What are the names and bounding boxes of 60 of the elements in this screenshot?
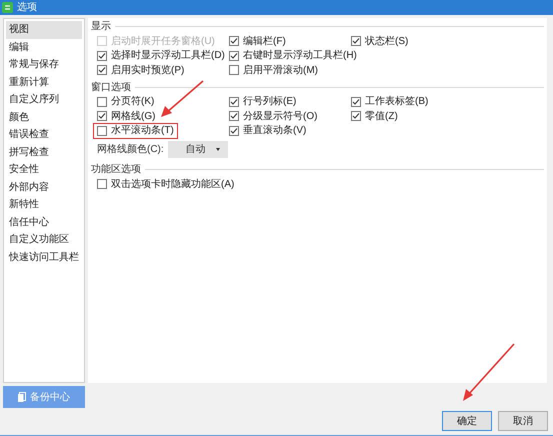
checkbox[interactable] [229, 126, 239, 136]
checkbox[interactable] [97, 65, 107, 76]
option-label: 网格线(G) [111, 110, 156, 124]
color-dropdown[interactable]: 自动 [168, 141, 228, 158]
section-title: 显示 [91, 20, 111, 34]
option-label: 状态栏(S) [365, 34, 408, 49]
checkbox[interactable] [229, 96, 239, 107]
sidebar-item[interactable]: 颜色 [6, 108, 82, 126]
sidebar-item[interactable]: 视图 [6, 21, 82, 38]
checkbox[interactable] [229, 36, 239, 46]
checkbox[interactable] [97, 111, 107, 122]
section-title: 功能区选项 [91, 162, 141, 177]
option-label: 水平滚动条(T) [111, 124, 174, 138]
checkbox[interactable] [351, 96, 361, 107]
dialog-button[interactable]: 取消 [498, 411, 548, 431]
option-label: 零值(Z) [365, 110, 398, 124]
option-label: 选择时显示浮动工具栏(D) [111, 48, 225, 64]
option-label: 双击选项卡时隐藏功能区(A) [111, 178, 234, 192]
option-label: 工作表标签(B) [365, 94, 428, 110]
option-label: 垂直滚动条(V) [243, 124, 306, 138]
checkbox[interactable] [97, 50, 107, 61]
checkbox[interactable] [97, 96, 107, 107]
checkbox[interactable] [229, 65, 239, 76]
dialog-button[interactable]: 确定 [442, 411, 492, 431]
sidebar-item[interactable]: 安全性 [6, 161, 82, 178]
checkbox[interactable] [229, 50, 239, 61]
caret-icon [216, 148, 220, 151]
option-label: 启用实时预览(P) [111, 64, 184, 78]
section-title: 窗口选项 [91, 80, 131, 94]
sidebar-item[interactable]: 自定义序列 [6, 91, 82, 108]
document-icon [18, 392, 26, 402]
option-label: 分页符(K) [111, 95, 154, 110]
checkbox[interactable] [351, 36, 361, 46]
checkmark-icon [352, 37, 360, 46]
sidebar-item[interactable]: 自定义功能区 [6, 231, 82, 248]
annotation-arrow [460, 343, 516, 403]
dropdown-label: 网格线颜色(C): [97, 142, 164, 157]
sidebar-item[interactable]: 快速访问工具栏 [6, 248, 82, 266]
option-label: 右键时显示浮动工具栏(H) [243, 48, 357, 64]
checkmark-icon [98, 112, 106, 120]
option-label: 行号列标(E) [243, 94, 296, 110]
option-label: 分级显示符号(O) [243, 110, 318, 124]
app-icon [2, 2, 13, 13]
option-label: 启用平滑滚动(M) [243, 64, 318, 78]
checkbox[interactable] [97, 179, 107, 190]
sidebar-item[interactable]: 错误检查 [6, 126, 82, 144]
sidebar-item[interactable]: 常规与保存 [6, 56, 82, 74]
annotation-arrow [160, 80, 204, 118]
checkbox[interactable] [97, 126, 107, 136]
sidebar-item[interactable]: 外部内容 [6, 178, 82, 196]
sidebar-item[interactable]: 拼写检查 [6, 144, 82, 161]
checkbox[interactable] [229, 111, 239, 122]
sidebar-item[interactable]: 重新计算 [6, 74, 82, 91]
sidebar-item[interactable]: 编辑 [6, 38, 82, 56]
option-label: 编辑栏(F) [243, 34, 286, 49]
window-title: 选项 [17, 0, 37, 15]
sidebar-item[interactable]: 信任中心 [6, 214, 82, 231]
sidebar-item[interactable]: 新特性 [6, 196, 82, 214]
option-label: 启动时展开任务窗格(U) [111, 34, 215, 49]
checkbox[interactable] [351, 111, 361, 122]
